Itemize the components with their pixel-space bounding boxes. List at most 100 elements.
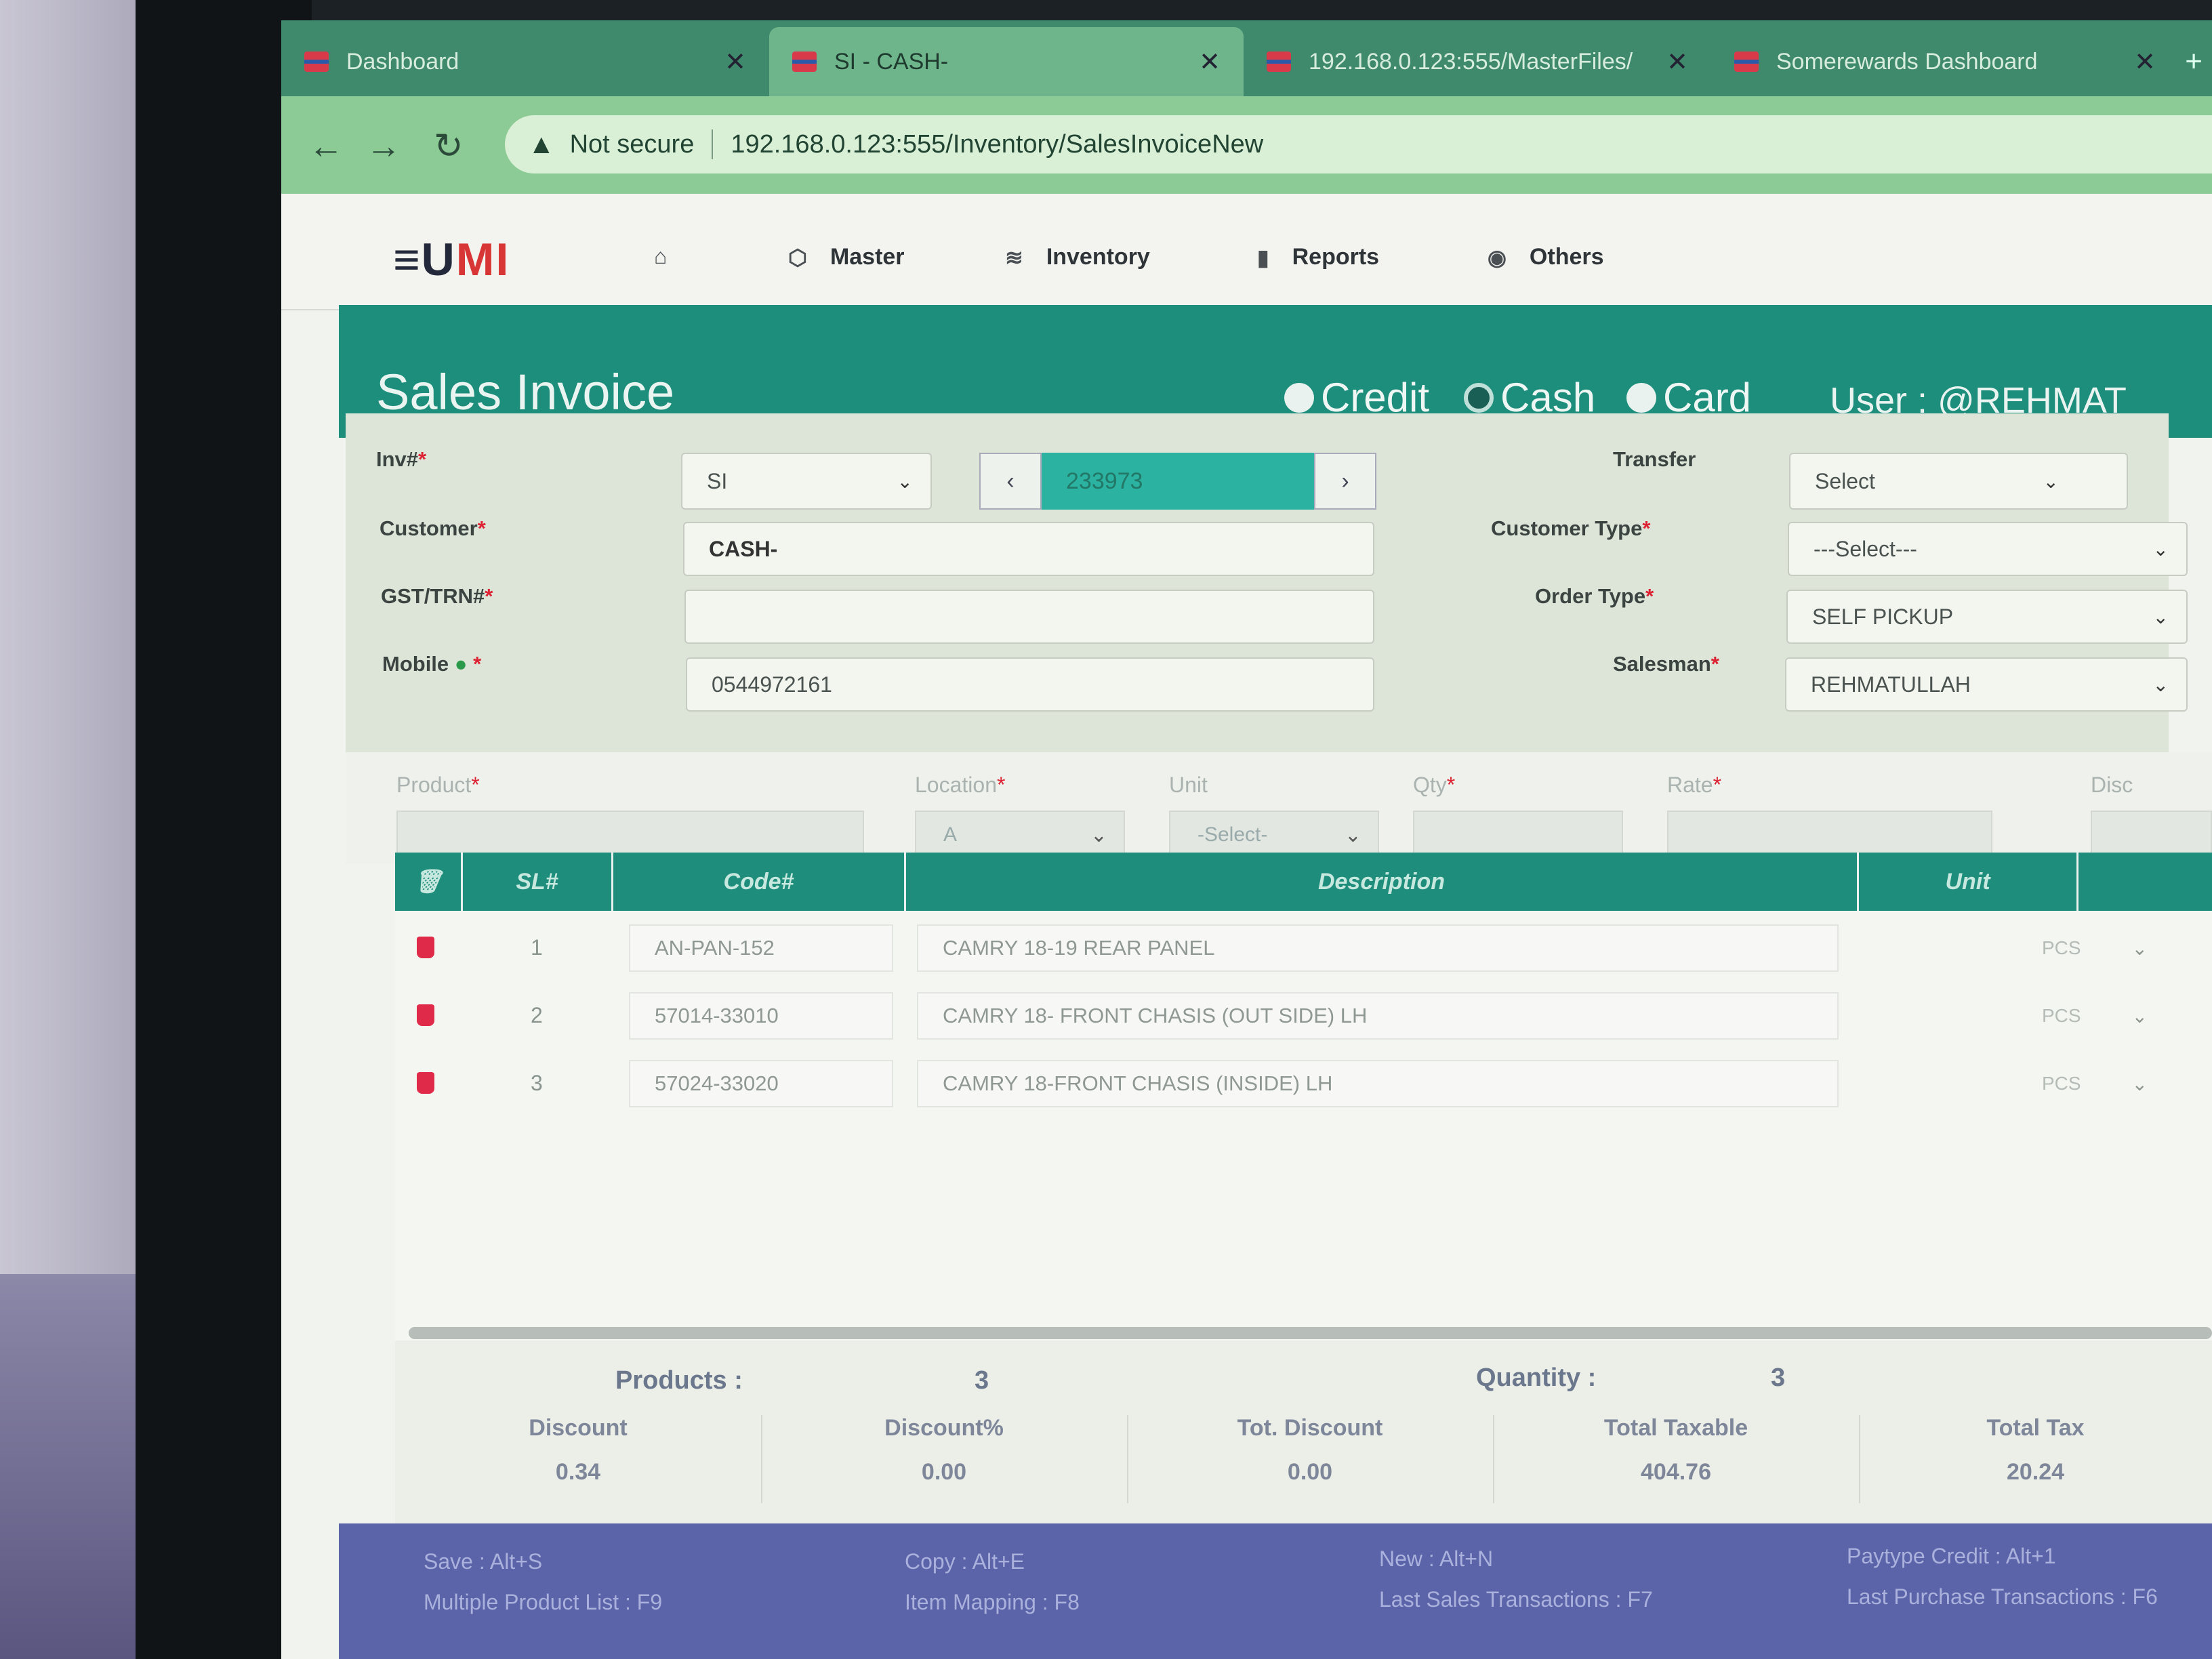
address-bar: ← → ↻ ▲ Not secure 192.168.0.123:555/Inv… — [281, 96, 2212, 194]
invoice-number-field[interactable]: 233973 — [1042, 453, 1314, 510]
quantity-label: Quantity : — [1476, 1364, 1597, 1392]
horizontal-scrollbar[interactable] — [409, 1327, 2212, 1339]
cube-icon: ⬡ — [788, 245, 807, 270]
quantity-value: 3 — [1771, 1364, 1786, 1392]
menu-others[interactable]: ◉ Others — [1488, 244, 1604, 270]
gst-field[interactable] — [684, 590, 1374, 644]
unit-label: Unit — [1169, 773, 1208, 797]
order-type-value: SELF PICKUP — [1812, 604, 1954, 629]
chevron-down-icon: ⌄ — [2152, 674, 2169, 695]
chevron-down-icon: ⌄ — [897, 470, 913, 492]
tab-dashboard[interactable]: Dashboard ✕ — [281, 27, 769, 96]
shortcut-text: Copy : Alt+E — [905, 1549, 1025, 1574]
row-sl: 2 — [531, 1003, 543, 1027]
column-header: Description — [906, 853, 1859, 911]
table-row: 3 57024-33020 CAMRY 18-FRONT CHASIS (INS… — [395, 1052, 2212, 1117]
total-value: 0.00 — [921, 1459, 967, 1485]
row-code[interactable]: 57014-33010 — [629, 992, 893, 1040]
layers-icon: ≋ — [1005, 245, 1023, 270]
delete-row-icon[interactable] — [417, 1072, 434, 1094]
menu-master[interactable]: ⬡ Master — [788, 244, 905, 270]
salesman-select[interactable]: REHMATULLAH ⌄ — [1785, 657, 2188, 712]
shortcut-text: Item Mapping : F8 — [905, 1590, 1080, 1614]
row-description[interactable]: CAMRY 18-FRONT CHASIS (INSIDE) LH — [917, 1060, 1839, 1107]
row-code[interactable]: 57024-33020 — [629, 1060, 893, 1107]
bar-chart-icon: ▮ — [1257, 245, 1269, 270]
close-icon[interactable]: ✕ — [724, 47, 746, 77]
total-tot-discount-col: Tot. Discount 0.00 — [1127, 1415, 1493, 1486]
trash-icon[interactable]: 🗑 — [395, 853, 463, 911]
security-label: Not secure — [569, 129, 695, 159]
row-unit-select[interactable]: PCS ⌄ — [1988, 926, 2171, 970]
close-icon[interactable]: ✕ — [1199, 47, 1221, 77]
forward-icon[interactable]: → — [366, 126, 401, 167]
transfer-value: Select — [1815, 468, 1875, 493]
reload-icon[interactable]: ↻ — [434, 126, 464, 167]
table-row: 2 57014-33010 CAMRY 18- FRONT CHASIS (OU… — [395, 984, 2212, 1049]
customer-type-select[interactable]: ---Select--- ⌄ — [1788, 522, 2188, 576]
menu-reports[interactable]: ▮ Reports — [1257, 244, 1379, 270]
row-description[interactable]: CAMRY 18- FRONT CHASIS (OUT SIDE) LH — [917, 992, 1839, 1040]
tab-masterfiles[interactable]: 192.168.0.123:555/MasterFiles/ ✕ — [1244, 27, 1711, 96]
shortcut-text: Multiple Product List : F9 — [424, 1590, 663, 1614]
row-sl: 1 — [531, 935, 543, 960]
close-icon[interactable]: ✕ — [1666, 47, 1688, 77]
tab-somerewards[interactable]: Somerewards Dashboard ✕ — [1711, 27, 2179, 96]
globe-icon: ◉ — [1488, 245, 1507, 270]
row-code[interactable]: AN-PAN-152 — [629, 924, 893, 972]
logo-accent: MI — [455, 234, 510, 285]
total-value: 20.24 — [2006, 1459, 2065, 1485]
url-text: 192.168.0.123:555/Inventory/SalesInvoice… — [731, 129, 1264, 159]
total-value: 404.76 — [1641, 1459, 1711, 1485]
row-unit: PCS — [2042, 1005, 2081, 1026]
prev-invoice-button[interactable]: ‹ — [979, 453, 1042, 510]
row-unit: PCS — [2042, 937, 2081, 958]
delete-row-icon[interactable] — [417, 937, 434, 958]
logo[interactable]: ≡UMI — [393, 233, 510, 286]
location-value: A — [943, 823, 958, 846]
new-tab-icon[interactable]: + — [2185, 45, 2203, 79]
app-navbar: ≡UMI ⌂ ⬡ Master ≋ Inventory ▮ Reports ◉ … — [281, 194, 2212, 310]
transfer-select[interactable]: Select ⌄ — [1789, 453, 2128, 510]
app-favicon-icon — [1267, 52, 1291, 72]
total-tax-col: Total Tax 20.24 — [1859, 1415, 2212, 1486]
mobile-field[interactable]: 0544972161 — [686, 657, 1374, 712]
home-icon[interactable]: ⌂ — [654, 244, 690, 269]
row-unit-select[interactable]: PCS ⌄ — [1988, 994, 2171, 1038]
delete-row-icon[interactable] — [417, 1004, 434, 1026]
row-unit-select[interactable]: PCS ⌄ — [1988, 1061, 2171, 1106]
url-field[interactable]: ▲ Not secure 192.168.0.123:555/Inventory… — [505, 115, 2212, 173]
product-entry-row: Product* Location* A ⌄ Unit -Select- ⌄ Qty… — [346, 752, 2212, 864]
menu-inventory[interactable]: ≋ Inventory — [1005, 244, 1150, 270]
shortcut-text: Paytype Credit : Alt+1 — [1847, 1544, 2056, 1568]
tab-title: Dashboard — [346, 48, 459, 75]
logo-main: ≡U — [393, 234, 456, 285]
unit-value: -Select- — [1197, 823, 1268, 846]
customer-field[interactable]: CASH- — [683, 522, 1374, 576]
customer-label: Customer* — [380, 516, 486, 540]
items-grid: 🗑 SL# Code# Description Unit 1 AN-PAN-15… — [395, 853, 2212, 1340]
qty-label: Qty* — [1413, 773, 1456, 797]
row-description[interactable]: CAMRY 18-19 REAR PANEL — [917, 924, 1839, 972]
inv-prefix-select[interactable]: SI ⌄ — [681, 453, 932, 510]
inv-prefix-value: SI — [707, 468, 728, 493]
close-icon[interactable]: ✕ — [2134, 47, 2156, 77]
row-unit: PCS — [2042, 1073, 2081, 1094]
tab-si-cash[interactable]: SI - CASH- ✕ — [769, 27, 1244, 96]
chevron-right-icon: › — [1341, 468, 1349, 494]
order-type-select[interactable]: SELF PICKUP ⌄ — [1786, 590, 2188, 644]
column-header: Unit — [1859, 853, 2078, 911]
app-favicon-icon — [304, 52, 329, 72]
chevron-down-icon: ⌄ — [2131, 1073, 2148, 1094]
shortcut-text: Save : Alt+S — [424, 1549, 543, 1574]
next-invoice-button[interactable]: › — [1314, 453, 1376, 510]
disc-label: Disc — [2091, 773, 2133, 797]
chevron-down-icon: ⌄ — [2152, 606, 2169, 628]
back-icon[interactable]: ← — [308, 126, 344, 167]
shortcut-legend: Save : Alt+S Copy : Alt+E New : Alt+N Pa… — [339, 1523, 2212, 1659]
chevron-down-icon: ⌄ — [1090, 823, 1107, 846]
grid-header: 🗑 SL# Code# Description Unit — [395, 853, 2212, 911]
chevron-left-icon: ‹ — [1006, 468, 1015, 494]
menu-label: Reports — [1292, 244, 1380, 270]
tab-title: SI - CASH- — [834, 48, 949, 75]
